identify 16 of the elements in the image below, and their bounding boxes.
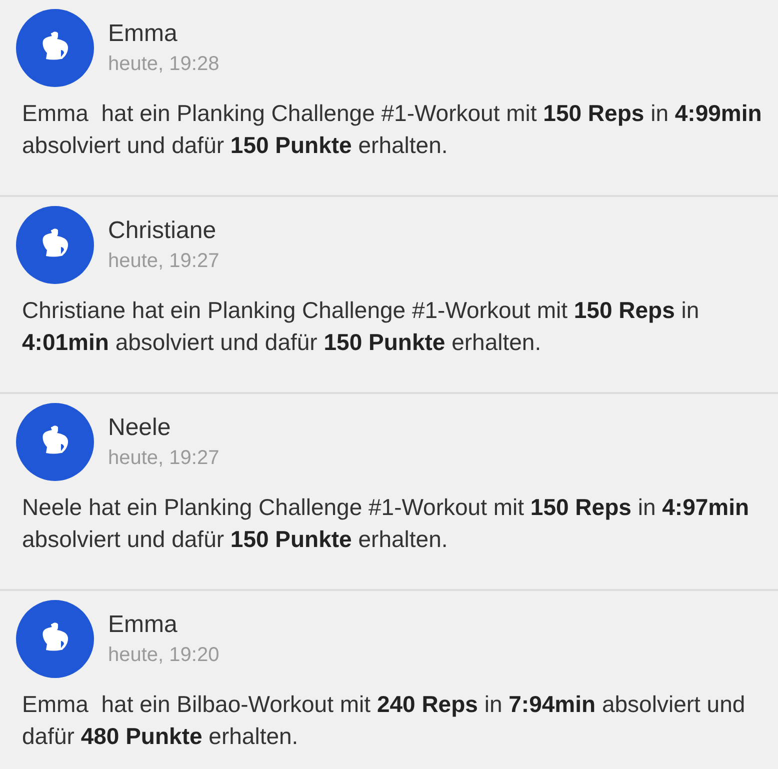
user-name: Emma — [108, 610, 178, 640]
activity-message: Emma hat ein Bilbao-Workout mit 240 Reps in 7:94min absolviert und dafür 480 Punkte erhalten. — [21, 690, 746, 751]
timestamp: heute, 19:27 — [108, 249, 220, 274]
timestamp: heute, 19:27 — [108, 446, 220, 471]
avatar-icon — [16, 206, 94, 284]
avatar-icon — [16, 9, 94, 87]
timestamp: heute, 19:28 — [108, 52, 220, 77]
timestamp: heute, 19:20 — [108, 643, 220, 668]
activity-message: Christiane hat ein Planking Challenge #1-Workout mit 150 Reps in 4:01min absolviert und dafür 150 Punkte erhalten. — [21, 296, 700, 357]
user-name: Christiane — [108, 216, 218, 246]
avatar-icon — [16, 600, 94, 678]
avatar-icon — [16, 403, 94, 481]
user-name: Neele — [108, 413, 172, 443]
activity-message: Neele hat ein Planking Challenge #1-Workout mit 150 Reps in 4:97min absolviert und dafür 150 Punkte erhalten. — [21, 493, 750, 554]
activity-message: Emma hat ein Planking Challenge #1-Workout mit 150 Reps in 4:99min absolviert und dafür 150 Punkte erhalten. — [21, 99, 763, 160]
user-name: Emma — [108, 19, 178, 49]
